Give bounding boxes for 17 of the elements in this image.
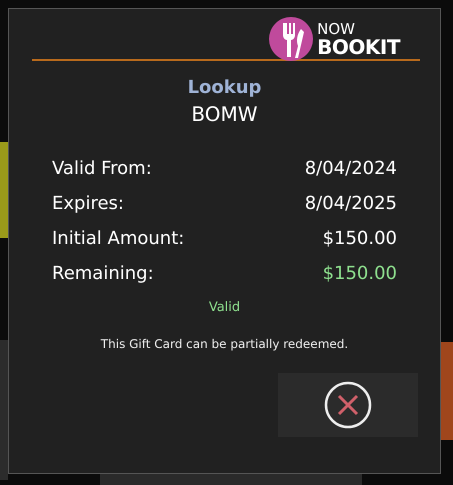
close-icon [324,381,372,429]
field-value: 8/04/2025 [304,193,397,214]
field-label: Initial Amount: [52,228,186,249]
field-label: Valid From: [52,158,153,179]
field-value: $150.00 [322,263,397,284]
status-text: Valid [208,300,240,315]
dialog-heading: Lookup [188,77,262,98]
logo-text: BOOKIT [317,36,400,56]
info-message: This Gift Card can be partially redeemed. [100,337,348,351]
field-label: Remaining: [52,263,155,284]
logo-text: NOW [317,22,356,36]
close-button[interactable] [278,373,418,437]
field-label: Expires: [52,193,125,214]
gift-card-code: BOMW [191,102,258,126]
field-value: 8/04/2024 [304,158,397,179]
fork-logo-icon [269,17,314,61]
field-value: $150.00 [322,228,397,249]
